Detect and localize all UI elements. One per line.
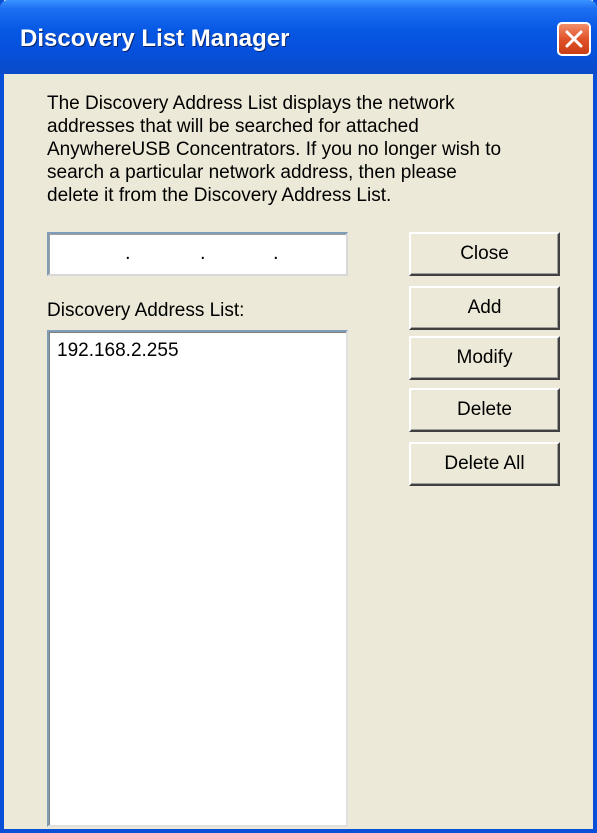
- close-x-icon: [565, 30, 583, 48]
- ip-separator: .: [125, 242, 131, 264]
- close-button[interactable]: Close: [409, 232, 560, 276]
- ip-address-input[interactable]: . . .: [47, 232, 348, 276]
- delete-button[interactable]: Delete: [409, 388, 560, 432]
- add-button[interactable]: Add: [409, 286, 560, 330]
- title-bar[interactable]: Discovery List Manager: [0, 0, 597, 74]
- discovery-list-manager-window: Discovery List Manager The Discovery Add…: [0, 0, 597, 833]
- ip-separator: .: [200, 242, 206, 264]
- window-title: Discovery List Manager: [20, 25, 290, 52]
- window-close-button[interactable]: [557, 22, 591, 56]
- ip-separator: .: [273, 242, 279, 264]
- delete-all-button[interactable]: Delete All: [409, 442, 560, 486]
- list-item[interactable]: 192.168.2.255: [57, 340, 179, 362]
- dialog-content: The Discovery Address List displays the …: [4, 74, 593, 829]
- modify-button[interactable]: Modify: [409, 336, 560, 380]
- description-text: The Discovery Address List displays the …: [47, 93, 502, 206]
- discovery-address-listbox[interactable]: 192.168.2.255: [47, 330, 348, 827]
- address-list-label: Discovery Address List:: [47, 300, 245, 321]
